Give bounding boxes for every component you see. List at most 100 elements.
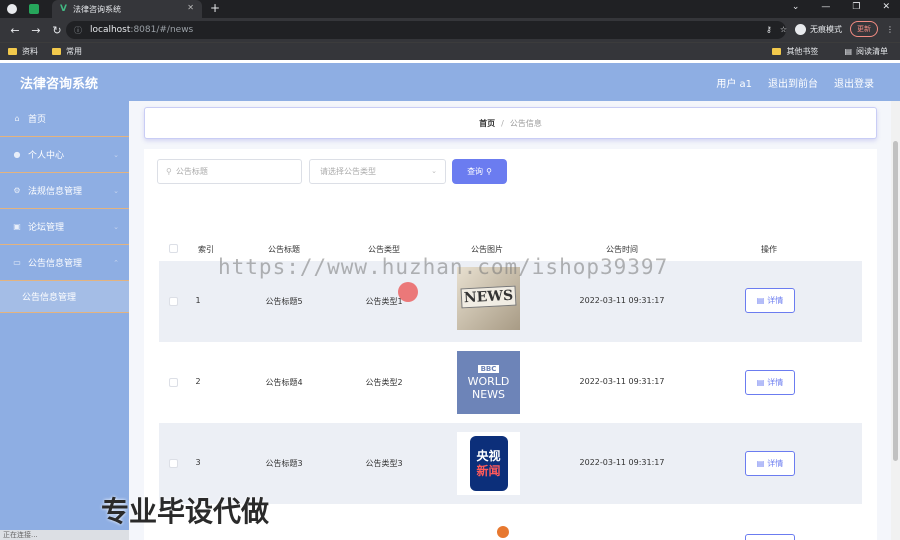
sidebar-item-forum[interactable]: ▣ 论坛管理 ⌄ [0, 209, 129, 245]
bookmark-folder-ziliao[interactable]: 资料 [8, 46, 38, 57]
sidebar-item-profile[interactable]: ● 个人中心 ⌄ [0, 137, 129, 173]
menu-icon[interactable]: ⋮ [886, 25, 894, 34]
incognito-label: 无痕模式 [810, 24, 842, 34]
cell-title: 公告标题5 [265, 297, 303, 306]
chevron-down-icon[interactable]: ⌄ [792, 2, 800, 12]
content-card: ⚲ 公告标题 请选择公告类型 ⌄ 查询 ⚲ 索引 公告标题 公告类型 公告图片 … [144, 149, 877, 540]
row-checkbox[interactable] [169, 297, 178, 306]
header-title: 公告标题 [268, 245, 300, 254]
header-type: 公告类型 [368, 245, 400, 254]
bbc-world-text: WORLD [467, 374, 510, 388]
news-image-label: NEWS [460, 285, 517, 309]
chevron-up-icon: ⌃ [113, 258, 119, 267]
cctv-text-1: 央视 [476, 448, 501, 463]
cursor-indicator [398, 282, 418, 302]
row-checkbox[interactable] [169, 459, 178, 468]
document-icon: ▤ [756, 459, 765, 468]
sidebar-subitem-notice[interactable]: 公告信息管理 [0, 281, 129, 313]
cctv-text-2: 新闻 [476, 463, 501, 478]
update-button[interactable]: 更新 [850, 21, 878, 37]
title-search-input[interactable]: ⚲ 公告标题 [157, 159, 302, 184]
detail-label: 详情 [767, 378, 784, 387]
chrome-icon[interactable] [7, 4, 17, 14]
new-tab-button[interactable]: + [210, 1, 220, 15]
sidebar: ⌂ 首页 ● 个人中心 ⌄ ⚙ 法规信息管理 ⌄ ▣ 论坛管理 ⌄ ▭ 公告信息… [0, 101, 129, 540]
news-thumb-partial [457, 524, 520, 540]
other-bookmarks[interactable]: 其他书签 [772, 46, 818, 57]
page-scrollbar[interactable] [891, 101, 900, 540]
reading-list[interactable]: ▤ 阅读清单 [844, 46, 888, 57]
browser-toolbar: ← → ↻ ⓘ localhost :8081/#/news ⚷ ☆ 无痕模式 … [0, 18, 900, 42]
cell-title: 公告标题3 [265, 459, 303, 468]
app-header: 法律咨询系统 用户 a1 退出到前台 退出登录 [0, 63, 900, 101]
folder-icon [52, 48, 61, 55]
close-window-icon[interactable]: ✕ [882, 2, 890, 12]
back-icon[interactable]: ← [9, 24, 21, 37]
bookmark-label: 阅读清单 [856, 47, 888, 56]
detail-button[interactable]: ▤ 详情 [745, 451, 795, 476]
type-select-placeholder: 请选择公告类型 [320, 167, 376, 176]
bookmark-folder-changyong[interactable]: 常用 [52, 46, 82, 57]
document-icon: ▤ [756, 378, 765, 387]
forward-icon[interactable]: → [30, 24, 42, 37]
bookmarks-bar: 资料 常用 其他书签 ▤ 阅读清单 [0, 42, 900, 60]
sidebar-item-notice[interactable]: ▭ 公告信息管理 ⌃ [0, 245, 129, 281]
user-name: 用户 a1 [716, 79, 752, 90]
header-action: 操作 [761, 245, 777, 254]
bbc-logo: BBC [477, 364, 500, 373]
header-actions: 用户 a1 退出到前台 退出登录 [716, 75, 874, 90]
minimize-icon[interactable]: — [821, 2, 830, 12]
sidebar-item-laws[interactable]: ⚙ 法规信息管理 ⌄ [0, 173, 129, 209]
restore-icon[interactable]: ❐ [852, 2, 860, 12]
bookmark-tab-icon[interactable] [29, 4, 39, 14]
cell-time: 2022-03-11 09:31:17 [579, 458, 665, 467]
sidebar-item-home[interactable]: ⌂ 首页 [0, 101, 129, 137]
info-icon[interactable]: ⓘ [74, 25, 82, 36]
bbc-world-news-image: BBC WORLD NEWS [457, 351, 520, 414]
row-checkbox[interactable] [169, 378, 178, 387]
detail-button[interactable] [745, 534, 795, 540]
header-time: 公告时间 [606, 245, 638, 254]
watermark-cn: 专业毕设代做 [101, 495, 270, 528]
incognito-indicator[interactable]: 无痕模式 [795, 23, 842, 35]
cctv-logo: 央视 新闻 [469, 436, 508, 491]
browser-tab-strip: V 法律咨询系统 ✕ + ⌄ — ❐ ✕ [0, 0, 900, 18]
home-icon: ⌂ [14, 114, 20, 123]
header-image: 公告图片 [471, 245, 503, 254]
query-button[interactable]: 查询 ⚲ [452, 159, 507, 184]
app-title: 法律咨询系统 [20, 76, 99, 92]
scrollbar-thumb[interactable] [893, 141, 898, 461]
incognito-icon [795, 23, 806, 35]
sidebar-item-label: 论坛管理 [28, 223, 65, 233]
address-bar[interactable]: ⓘ localhost :8081/#/news [66, 21, 786, 39]
select-all-checkbox[interactable] [169, 244, 178, 253]
detail-button[interactable]: ▤ 详情 [745, 370, 795, 395]
search-icon: ⚲ [486, 167, 492, 176]
reading-list-icon: ▤ [844, 47, 852, 56]
table-row: 2 公告标题4 公告类型2 BBC WORLD NEWS 2022-03-11 … [159, 342, 862, 423]
logo-circle [497, 526, 509, 538]
back-to-front-link[interactable]: 退出到前台 [768, 75, 818, 90]
document-icon: ▤ [756, 296, 765, 305]
tab-title: 法律咨询系统 [72, 4, 121, 14]
type-select[interactable]: 请选择公告类型 ⌄ [309, 159, 446, 184]
logout-link[interactable]: 退出登录 [834, 75, 874, 90]
detail-label: 详情 [767, 459, 784, 468]
breadcrumb-separator: / [501, 118, 504, 128]
watermark-url: https://www.huzhan.com/ishop39397 [218, 255, 669, 279]
breadcrumb-home[interactable]: 首页 [479, 118, 495, 129]
reload-icon[interactable]: ↻ [51, 24, 63, 37]
key-icon[interactable]: ⚷ [766, 25, 772, 34]
chevron-down-icon: ⌄ [431, 167, 437, 175]
close-icon[interactable]: ✕ [187, 3, 194, 12]
sidebar-item-label: 首页 [28, 115, 47, 125]
chevron-down-icon: ⌄ [113, 186, 119, 195]
folder-icon: ▭ [13, 258, 21, 267]
browser-tab[interactable]: V 法律咨询系统 ✕ [52, 0, 202, 18]
cell-index: 1 [195, 296, 201, 305]
detail-button[interactable]: ▤ 详情 [745, 288, 795, 313]
star-icon[interactable]: ☆ [780, 25, 787, 34]
title-search-placeholder: 公告标题 [175, 167, 208, 176]
bookmarks-right: 其他书签 ▤ 阅读清单 [764, 46, 894, 57]
sidebar-item-label: 公告信息管理 [28, 259, 83, 269]
